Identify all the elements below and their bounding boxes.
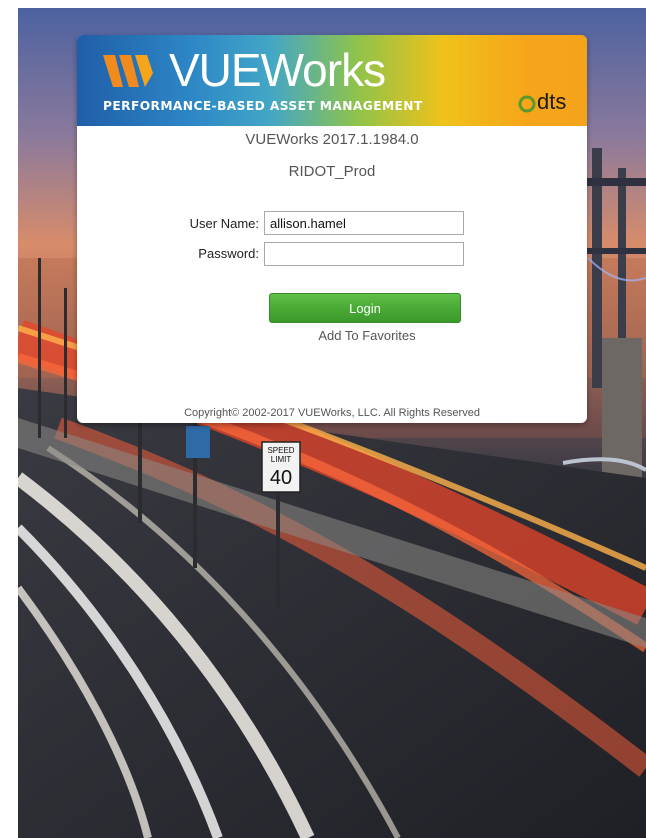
partner-name: dts xyxy=(537,89,567,114)
password-label: Password: xyxy=(198,246,259,261)
speed-sign-value-text: 40 xyxy=(270,467,292,489)
speed-sign-middle-text: LIMIT xyxy=(271,455,292,464)
username-field[interactable] xyxy=(264,211,464,235)
vueworks-logo-icon xyxy=(103,55,153,87)
login-card: VUEWorks PERFORMANCE-BASED ASSET MANAGEM… xyxy=(77,35,587,423)
dts-logo-icon xyxy=(518,95,536,113)
version-text: VUEWorks 2017.1.1984.0 xyxy=(245,131,419,148)
brand-tagline: PERFORMANCE-BASED ASSET MANAGEMENT xyxy=(103,98,423,113)
speed-sign-top-text: SPEED xyxy=(267,446,294,455)
brand-product-name: VUEWorks xyxy=(169,44,386,96)
password-field[interactable] xyxy=(264,242,464,266)
login-button[interactable]: Login xyxy=(269,293,461,323)
environment-text: RIDOT_Prod xyxy=(288,163,376,180)
username-label: User Name: xyxy=(189,216,259,231)
brand-banner: VUEWorks PERFORMANCE-BASED ASSET MANAGEM… xyxy=(77,35,587,126)
add-to-favorites-link[interactable]: Add To Favorites xyxy=(77,328,587,343)
copyright-text: Copyright© 2002-2017 VUEWorks, LLC. All … xyxy=(184,407,480,419)
